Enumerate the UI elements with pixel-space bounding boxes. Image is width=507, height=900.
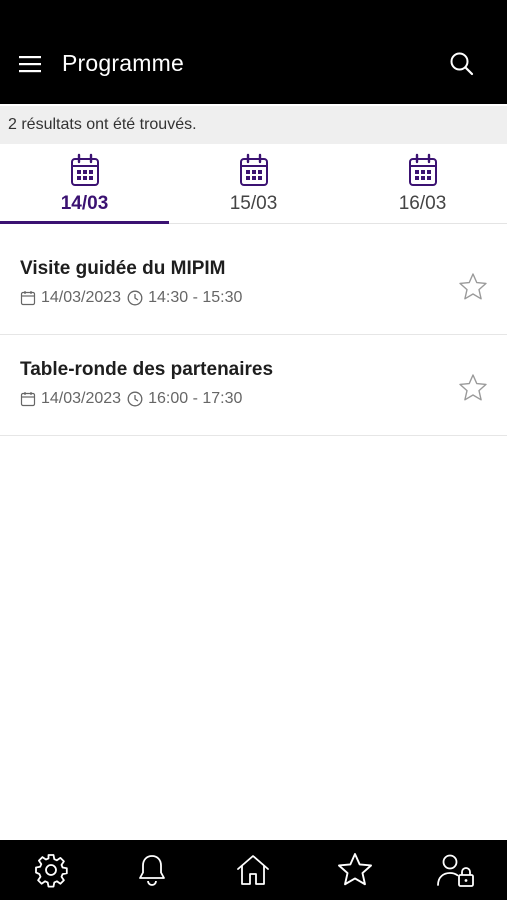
- event-date: 14/03/2023: [41, 390, 122, 407]
- date-tabs: 14/03 15/03 16/03: [0, 146, 507, 224]
- tab-date-label: 14/03: [60, 193, 109, 214]
- star-icon[interactable]: [457, 372, 489, 404]
- list-item[interactable]: Table-ronde des partenaires 14/03/2023 1…: [0, 335, 507, 436]
- event-meta: 14/03/2023 16:00 - 17:30: [20, 390, 242, 408]
- home-button[interactable]: [233, 850, 273, 890]
- account-button[interactable]: [436, 850, 476, 890]
- user-lock-icon: [437, 854, 475, 887]
- home-icon: [237, 855, 270, 885]
- app-header: Programme: [0, 0, 507, 104]
- event-title: Visite guidée du MIPIM: [20, 258, 226, 279]
- tab-date-2[interactable]: 15/03: [169, 146, 338, 223]
- event-date: 14/03/2023: [41, 289, 122, 306]
- page-title: Programme: [62, 50, 184, 76]
- settings-button[interactable]: [31, 850, 71, 890]
- calendar-icon: [20, 392, 36, 407]
- star-icon: [337, 853, 372, 886]
- event-list: Visite guidée du MIPIM 14/03/2023 14:30 …: [0, 234, 507, 436]
- clock-icon: [127, 391, 143, 407]
- results-count: 2 résultats ont été trouvés.: [0, 106, 507, 144]
- list-item[interactable]: Visite guidée du MIPIM 14/03/2023 14:30 …: [0, 234, 507, 335]
- notifications-button[interactable]: [132, 850, 172, 890]
- event-time: 16:00 - 17:30: [148, 390, 243, 407]
- gear-icon: [34, 854, 68, 888]
- star-icon[interactable]: [457, 271, 489, 303]
- search-button[interactable]: [446, 48, 478, 80]
- event-meta: 14/03/2023 14:30 - 15:30: [20, 289, 242, 307]
- tab-date-3[interactable]: 16/03: [338, 146, 507, 223]
- calendar-icon: [408, 153, 437, 186]
- calendar-icon: [20, 291, 36, 306]
- bell-icon: [139, 855, 165, 886]
- favorites-button[interactable]: [335, 850, 375, 890]
- calendar-icon: [70, 153, 99, 186]
- event-title: Table-ronde des partenaires: [20, 359, 274, 380]
- search-icon: [450, 52, 474, 76]
- tab-date-label: 15/03: [229, 193, 278, 214]
- clock-icon: [127, 290, 143, 306]
- event-time: 14:30 - 15:30: [148, 289, 243, 306]
- calendar-icon: [239, 153, 268, 186]
- tab-date-label: 16/03: [398, 193, 447, 214]
- tab-date-1[interactable]: 14/03: [0, 146, 169, 224]
- menu-button[interactable]: [14, 48, 46, 80]
- bottom-nav: [0, 840, 507, 900]
- hamburger-icon: [19, 56, 41, 73]
